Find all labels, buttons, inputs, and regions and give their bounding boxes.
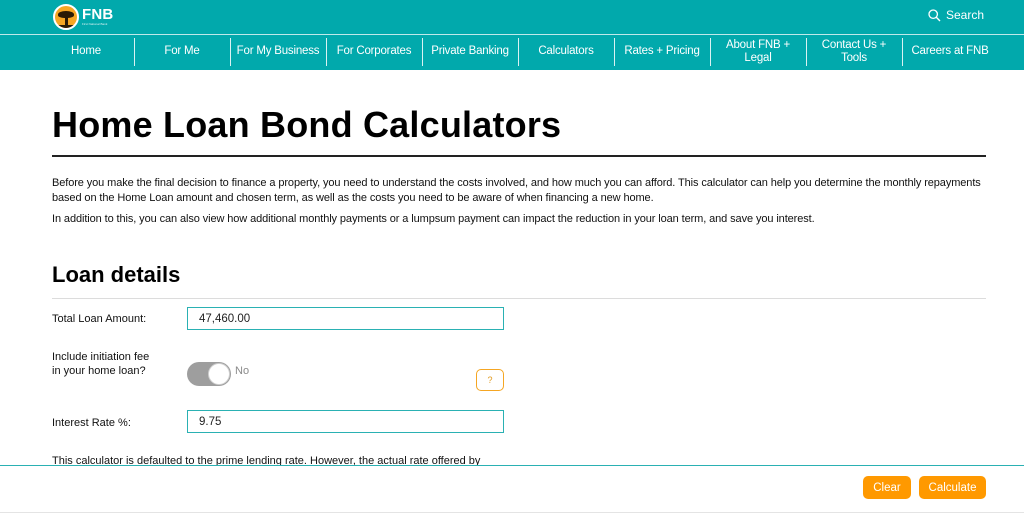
search-button[interactable]: Search	[928, 8, 984, 22]
nav-about-fnb-legal[interactable]: About FNB + Legal	[710, 35, 806, 68]
intro-paragraph: In addition to this, you can also view h…	[52, 213, 815, 225]
nav-for-corporates[interactable]: For Corporates	[326, 35, 422, 68]
intro-paragraph: Before you make the final decision to fi…	[52, 177, 981, 204]
initiation-fee-help-button[interactable]: ?	[476, 369, 504, 391]
loan-details-heading: Loan details	[52, 262, 181, 287]
search-icon	[928, 8, 941, 21]
logo-tagline: First National Bank	[82, 22, 108, 26]
initiation-fee-label-line: Include initiation fee	[52, 351, 150, 363]
nav-home[interactable]: Home	[38, 35, 134, 68]
nav-contact-us-tools[interactable]: Contact Us + Tools	[806, 35, 902, 68]
interest-rate-label: Interest Rate %:	[52, 417, 131, 429]
search-label: Search	[945, 8, 984, 22]
nav-rates-pricing[interactable]: Rates + Pricing	[614, 35, 710, 68]
initiation-fee-label: Include initiation fee in your home loan…	[52, 350, 149, 378]
nav-careers-at-fnb[interactable]: Careers at FNB	[902, 35, 998, 68]
page-title: Home Loan Bond Calculators	[52, 104, 562, 145]
title-divider	[52, 155, 986, 157]
question-mark-icon: ?	[487, 375, 493, 385]
intro-text: Before you make the final decision to fi…	[52, 176, 986, 227]
toggle-knob	[208, 363, 230, 385]
clear-button[interactable]: Clear	[863, 476, 911, 499]
calculate-button[interactable]: Calculate	[919, 476, 986, 499]
fnb-logo[interactable]: FNB First National Bank	[53, 3, 113, 31]
initiation-fee-toggle-state: No	[235, 365, 250, 377]
site-header: FNB First National Bank Search Home For …	[0, 0, 1024, 70]
initiation-fee-label-line: in your home loan?	[52, 365, 146, 377]
fnb-tree-logo-icon	[53, 4, 79, 30]
action-bar: Clear Calculate	[0, 465, 1024, 514]
logo-brand-text: FNB	[82, 6, 114, 23]
nav-private-banking[interactable]: Private Banking	[422, 35, 518, 68]
total-loan-amount-label: Total Loan Amount:	[52, 313, 147, 325]
nav-for-me[interactable]: For Me	[134, 35, 230, 68]
initiation-fee-toggle[interactable]	[187, 362, 231, 386]
interest-rate-input[interactable]	[187, 410, 504, 433]
nav-for-my-business[interactable]: For My Business	[230, 35, 326, 68]
nav-calculators[interactable]: Calculators	[518, 35, 614, 68]
total-loan-amount-input[interactable]	[187, 307, 504, 330]
main-nav: Home For Me For My Business For Corporat…	[38, 35, 998, 68]
footer-divider	[0, 512, 1024, 513]
section-divider	[52, 298, 986, 299]
